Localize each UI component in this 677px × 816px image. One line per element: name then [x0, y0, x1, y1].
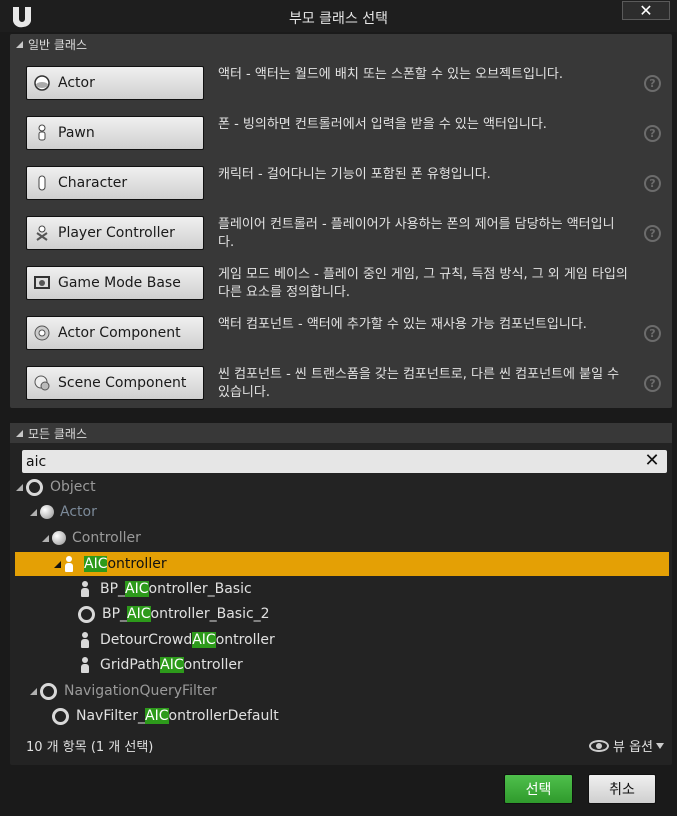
pawn-button[interactable]: Pawn	[26, 116, 204, 150]
tree-item-aicontroller[interactable]: AIController	[54, 552, 167, 576]
pawn-description: 폰 - 빙의하면 컨트롤러에서 입력을 받을 수 있는 액터입니다.	[218, 117, 547, 132]
actor-button[interactable]: Actor	[26, 66, 204, 100]
game-mode-base-description: 게임 모드 베이스 - 플레이 중인 게임, 그 규칙, 득점 방식, 그 외 …	[218, 267, 628, 300]
tree-item-label: BP_AIController_Basic	[100, 581, 252, 597]
help-icon[interactable]: ?	[644, 75, 661, 92]
player-controller-button-label: Player Controller	[58, 225, 175, 241]
common-classes-panel: 일반 클래스 Actor 액터 - 액터는 월드에 배치 또는 스폰할 수 있는…	[10, 34, 672, 408]
tree-item-label: NavigationQueryFilter	[64, 683, 217, 699]
collapse-triangle-icon	[16, 40, 23, 48]
expand-arrow-icon[interactable]	[30, 687, 37, 695]
tree-item-actor[interactable]: Actor	[30, 500, 97, 524]
tree-item-gridpath-aicontroller[interactable]: GridPathAIController	[80, 653, 243, 677]
actor-component-button-label: Actor Component	[58, 325, 181, 341]
character-button[interactable]: Character	[26, 166, 204, 200]
object-class-icon	[26, 478, 43, 496]
expand-arrow-icon[interactable]	[54, 560, 61, 568]
help-icon[interactable]: ?	[644, 375, 661, 392]
all-classes-title: 모든 클래스	[28, 426, 88, 441]
player-controller-button[interactable]: Player Controller	[26, 216, 204, 250]
all-classes-header[interactable]: 모든 클래스	[10, 423, 672, 443]
object-class-icon	[40, 682, 57, 700]
cancel-button[interactable]: 취소	[588, 774, 656, 804]
title-bar: 부모 클래스 선택 ✕	[0, 0, 677, 32]
expand-arrow-icon[interactable]	[42, 534, 49, 542]
class-row-pawn: Pawn 폰 - 빙의하면 컨트롤러에서 입력을 받을 수 있는 액터입니다. …	[26, 116, 666, 158]
tree-item-label: GridPathAIController	[100, 657, 243, 673]
object-class-icon	[52, 707, 69, 725]
class-search-box: ✕	[22, 450, 667, 473]
class-row-character: Character 캐릭터 - 걸어다니는 기능이 포함된 폰 유형입니다. ?	[26, 166, 666, 208]
actor-button-label: Actor	[58, 75, 95, 91]
scene-component-description: 씬 컴포넌트 - 씬 트랜스폼을 갖는 컴포넌트로, 다른 씬 컴포넌트에 붙일…	[218, 367, 620, 400]
tree-item-controller[interactable]: Controller	[42, 526, 141, 550]
pawn-class-icon	[80, 632, 90, 648]
actor-sphere-icon	[33, 74, 51, 92]
class-row-player-controller: Player Controller 플레이어 컨트롤러 - 플레이어가 사용하는…	[26, 216, 666, 258]
character-icon	[33, 174, 51, 192]
class-search-input[interactable]	[22, 450, 622, 473]
tree-item-bp-aicontroller-basic[interactable]: BP_AIController_Basic	[80, 577, 252, 601]
character-button-label: Character	[58, 175, 128, 191]
help-icon[interactable]: ?	[644, 125, 661, 142]
view-options-label: 뷰 옵션	[612, 740, 653, 755]
game-mode-base-button[interactable]: Game Mode Base	[26, 266, 204, 300]
actor-component-button[interactable]: Actor Component	[26, 316, 204, 350]
game-mode-icon	[33, 274, 51, 292]
select-button[interactable]: 선택	[504, 774, 573, 804]
tree-item-label: DetourCrowdAIController	[100, 632, 275, 648]
scene-component-icon	[33, 374, 51, 392]
eye-icon	[588, 739, 609, 752]
tree-item-label: NavFilter_AIControllerDefault	[76, 708, 279, 724]
player-controller-icon	[33, 224, 51, 242]
controller-class-icon	[52, 531, 66, 545]
tree-item-label: Controller	[72, 530, 141, 546]
view-options-button[interactable]: 뷰 옵션	[588, 736, 664, 755]
actor-component-description: 액터 컴포넌트 - 액터에 추가할 수 있는 재사용 가능 컴포넌트입니다.	[218, 317, 587, 332]
all-classes-panel: 모든 클래스 ✕ Object Actor Controller AIContr…	[10, 423, 672, 765]
actor-component-icon	[33, 324, 51, 342]
class-row-actor: Actor 액터 - 액터는 월드에 배치 또는 스폰할 수 있는 오브젝트입니…	[26, 66, 666, 108]
class-row-scene-component: Scene Component 씬 컴포넌트 - 씬 트랜스폼을 갖는 컴포넌트…	[26, 366, 666, 408]
actor-class-icon	[40, 505, 54, 519]
help-icon[interactable]: ?	[644, 225, 661, 242]
tree-item-navigationqueryfilter[interactable]: NavigationQueryFilter	[30, 679, 217, 703]
clear-search-icon[interactable]: ✕	[643, 452, 661, 470]
expand-arrow-icon[interactable]	[16, 483, 23, 491]
game-mode-base-button-label: Game Mode Base	[58, 275, 181, 291]
class-row-game-mode-base: Game Mode Base 게임 모드 베이스 - 플레이 중인 게임, 그 …	[26, 266, 666, 308]
chevron-down-icon	[656, 742, 664, 749]
class-row-actor-component: Actor Component 액터 컴포넌트 - 액터에 추가할 수 있는 재…	[26, 316, 666, 358]
help-icon[interactable]: ?	[644, 325, 661, 342]
help-icon[interactable]: ?	[644, 175, 661, 192]
pawn-class-icon	[80, 657, 90, 673]
collapse-triangle-icon	[16, 429, 23, 437]
common-classes-header[interactable]: 일반 클래스	[10, 34, 672, 54]
character-description: 캐릭터 - 걸어다니는 기능이 포함된 폰 유형입니다.	[218, 167, 491, 182]
tree-item-bp-aicontroller-basic-2[interactable]: BP_AIController_Basic_2	[78, 602, 270, 626]
common-classes-title: 일반 클래스	[28, 37, 88, 52]
item-count-status: 10 개 항목 (1 개 선택)	[26, 740, 154, 755]
pawn-class-icon	[80, 581, 90, 597]
window-title: 부모 클래스 선택	[288, 11, 389, 27]
scene-component-button-label: Scene Component	[58, 375, 187, 391]
pawn-class-icon	[64, 556, 74, 572]
close-button[interactable]: ✕	[622, 1, 670, 20]
pawn-icon	[33, 124, 51, 142]
tree-item-label: AIController	[84, 556, 167, 572]
object-class-icon	[78, 605, 95, 623]
tree-item-label: Actor	[60, 504, 97, 520]
tree-item-label: BP_AIController_Basic_2	[102, 606, 270, 622]
pawn-button-label: Pawn	[58, 125, 95, 141]
actor-description: 액터 - 액터는 월드에 배치 또는 스폰할 수 있는 오브젝트입니다.	[218, 67, 564, 82]
player-controller-description: 플레이어 컨트롤러 - 플레이어가 사용하는 폰의 제어를 담당하는 액터입니다…	[218, 217, 615, 250]
scene-component-button[interactable]: Scene Component	[26, 366, 204, 400]
expand-arrow-icon[interactable]	[30, 508, 37, 516]
tree-item-navfilter-aicontroller-default[interactable]: NavFilter_AIControllerDefault	[52, 704, 279, 728]
tree-item-detourcrowd-aicontroller[interactable]: DetourCrowdAIController	[80, 628, 275, 652]
tree-item-object[interactable]: Object	[16, 475, 96, 499]
tree-item-label: Object	[50, 479, 96, 495]
